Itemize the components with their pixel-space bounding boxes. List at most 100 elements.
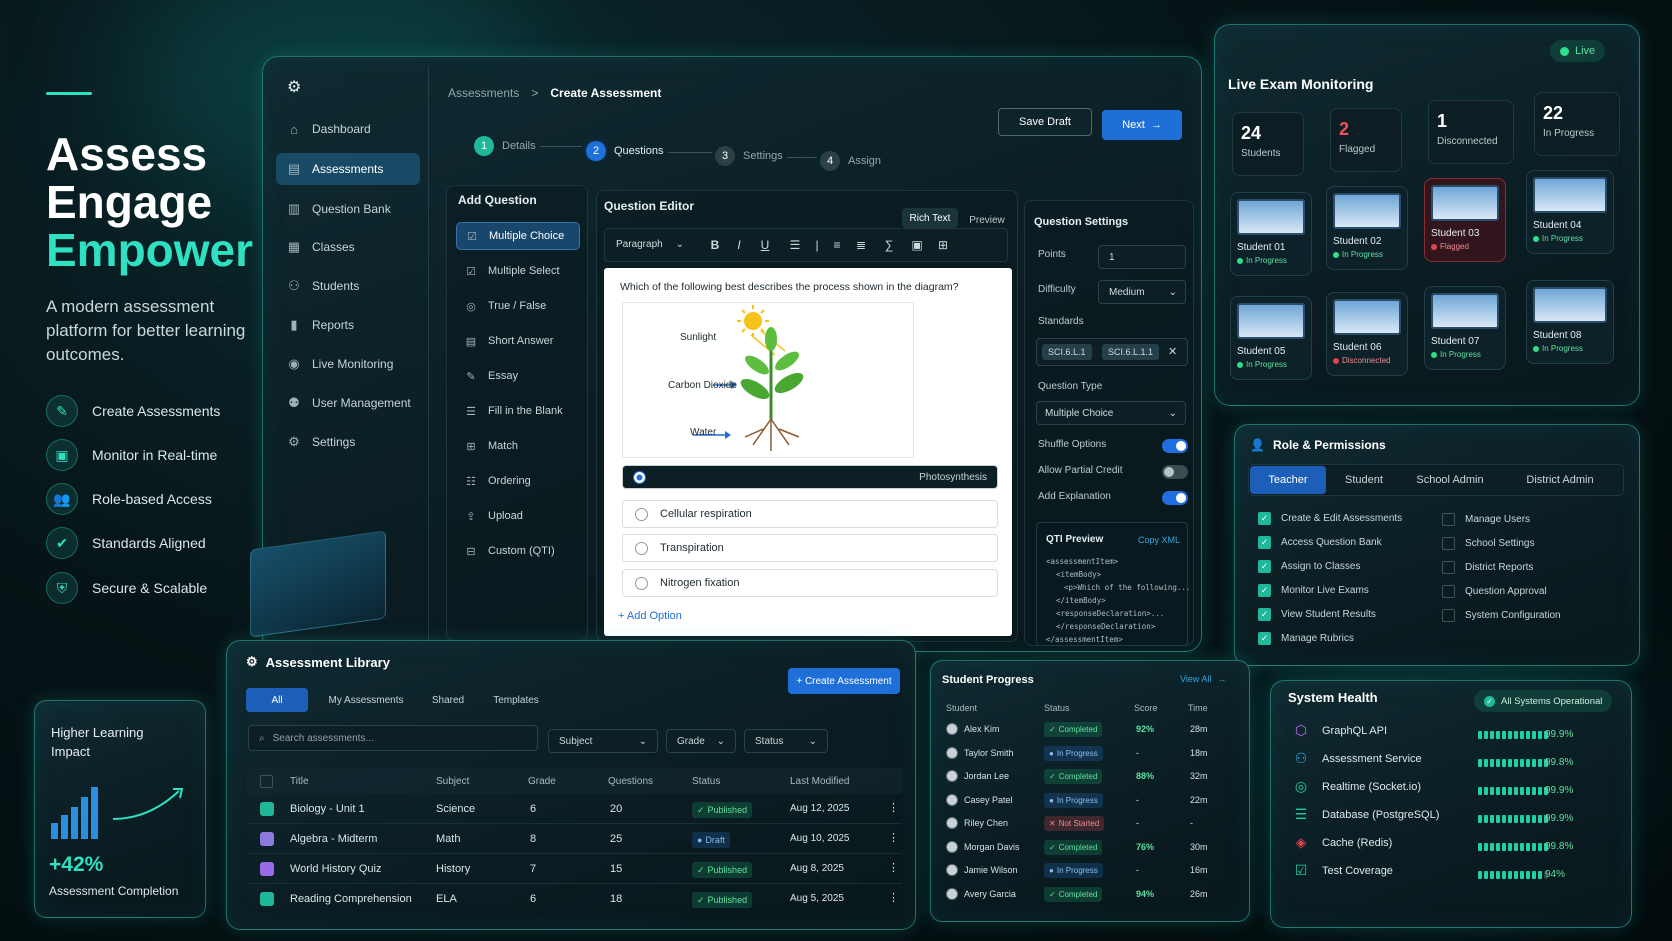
permission-item[interactable]: Manage Users xyxy=(1442,513,1530,526)
answer-option[interactable]: Transpiration xyxy=(622,534,998,562)
bullet-list-icon[interactable]: ☰ xyxy=(786,236,804,254)
role-tab-school-admin[interactable]: School Admin xyxy=(1404,466,1496,494)
add-option-link[interactable]: + Add Option xyxy=(618,610,682,622)
create-assessment-button[interactable]: + Create Assessment xyxy=(788,668,900,694)
checkbox[interactable] xyxy=(1442,585,1455,598)
column-header[interactable]: Questions xyxy=(608,776,653,787)
shuffle-toggle[interactable] xyxy=(1162,439,1188,453)
qtype-multiple-select[interactable]: ☑ Multiple Select xyxy=(456,257,580,285)
permission-item[interactable]: School Settings xyxy=(1442,537,1535,550)
qtype-short-answer[interactable]: ▤ Short Answer xyxy=(456,327,580,355)
sidebar-item-settings[interactable]: ⚙ Settings xyxy=(276,426,422,458)
step-assign[interactable]: 4 Assign xyxy=(820,151,881,171)
role-tab-teacher[interactable]: Teacher xyxy=(1250,466,1326,494)
student-tile[interactable]: Student 03 Flagged xyxy=(1424,178,1506,262)
permission-item[interactable]: District Reports xyxy=(1442,561,1533,574)
student-tile[interactable]: Student 04 In Progress xyxy=(1526,170,1614,254)
qtype-upload[interactable]: ⇪ Upload xyxy=(456,502,580,530)
question-type-select[interactable]: Multiple Choice ⌄ xyxy=(1036,401,1186,425)
checkbox-checked[interactable]: ✓ xyxy=(1258,608,1271,621)
student-tile[interactable]: Student 05 In Progress xyxy=(1230,296,1312,380)
difficulty-select[interactable]: Medium ⌄ xyxy=(1098,280,1186,304)
standard-chip[interactable]: SCI.6.L.1 xyxy=(1042,344,1092,360)
step-details[interactable]: 1 Details xyxy=(474,136,536,156)
select-all-checkbox[interactable] xyxy=(260,775,273,788)
checkbox[interactable] xyxy=(1442,609,1455,622)
more-icon[interactable]: ⋮ xyxy=(888,891,899,904)
qtype-true-false[interactable]: ◎ True / False xyxy=(456,292,580,320)
role-tab-district-admin[interactable]: District Admin xyxy=(1508,466,1612,494)
status-filter[interactable]: Status ⌄ xyxy=(744,729,828,753)
view-all-link[interactable]: View All → xyxy=(1180,674,1226,684)
sidebar-item-question-bank[interactable]: ▥ Question Bank xyxy=(276,193,422,225)
library-tab-my[interactable]: My Assessments xyxy=(316,688,416,712)
partial-credit-toggle[interactable] xyxy=(1162,465,1188,479)
checkbox-checked[interactable]: ✓ xyxy=(1258,536,1271,549)
tab-preview[interactable]: Preview xyxy=(962,210,1012,230)
next-button[interactable]: Next → xyxy=(1102,110,1182,140)
checkbox[interactable] xyxy=(1442,513,1455,526)
checkbox-checked[interactable]: ✓ xyxy=(1258,512,1271,525)
column-header[interactable]: Title xyxy=(290,776,309,787)
qtype-essay[interactable]: ✎ Essay xyxy=(456,362,580,390)
role-tab-student[interactable]: Student xyxy=(1332,466,1396,494)
checkbox[interactable] xyxy=(260,775,273,788)
points-input[interactable]: 1 xyxy=(1098,245,1186,269)
step-questions[interactable]: 2 Questions xyxy=(586,141,664,161)
standard-chip[interactable]: SCI.6.L.1.1 xyxy=(1102,344,1160,360)
align-left-icon[interactable]: ≡ xyxy=(828,236,846,254)
close-icon[interactable]: ✕ xyxy=(1168,345,1177,358)
tab-rich-text[interactable]: Rich Text xyxy=(902,208,958,228)
sidebar-item-user-management[interactable]: ⚉ User Management xyxy=(276,387,422,419)
column-header[interactable]: Grade xyxy=(528,776,556,787)
align-center-icon[interactable]: ≣ xyxy=(852,236,870,254)
checkbox[interactable] xyxy=(1442,537,1455,550)
answer-option[interactable]: Cellular respiration xyxy=(622,500,998,528)
cell-title[interactable]: World History Quiz xyxy=(290,863,381,875)
permission-item[interactable]: ✓ Access Question Bank xyxy=(1258,536,1382,549)
library-tab-templates[interactable]: Templates xyxy=(480,688,552,712)
column-header[interactable]: Status xyxy=(692,776,720,787)
more-icon[interactable]: ⋮ xyxy=(888,801,899,814)
permission-item[interactable]: ✓ Assign to Classes xyxy=(1258,560,1360,573)
sidebar-item-students[interactable]: ⚇ Students xyxy=(276,270,422,302)
library-tab-shared[interactable]: Shared xyxy=(418,688,478,712)
grade-filter[interactable]: Grade ⌄ xyxy=(666,729,736,753)
permission-item[interactable]: ✓ View Student Results xyxy=(1258,608,1376,621)
cell-title[interactable]: Biology - Unit 1 xyxy=(290,803,365,815)
formula-icon[interactable]: ∑ xyxy=(880,236,898,254)
sidebar-item-dashboard[interactable]: ⌂ Dashboard xyxy=(276,113,422,145)
format-select[interactable]: Paragraph ⌄ xyxy=(610,234,690,254)
cell-title[interactable]: Reading Comprehension xyxy=(290,893,412,905)
permission-item[interactable]: Question Approval xyxy=(1442,585,1547,598)
table-icon[interactable]: ⊞ xyxy=(934,236,952,254)
more-icon[interactable]: ⋮ xyxy=(888,831,899,844)
qtype-fill-blank[interactable]: ☰ Fill in the Blank xyxy=(456,397,580,425)
radio[interactable] xyxy=(635,507,648,521)
sidebar-item-assessments[interactable]: ▤ Assessments xyxy=(276,153,420,185)
checkbox-checked[interactable]: ✓ xyxy=(1258,632,1271,645)
radio[interactable] xyxy=(635,541,648,555)
breadcrumb-parent[interactable]: Assessments xyxy=(448,86,519,100)
checkbox-checked[interactable]: ✓ xyxy=(1258,560,1271,573)
library-tab-all[interactable]: All xyxy=(246,688,308,712)
copy-xml-link[interactable]: Copy XML xyxy=(1138,535,1180,545)
step-settings[interactable]: 3 Settings xyxy=(715,146,783,166)
checkbox-checked[interactable]: ✓ xyxy=(1258,584,1271,597)
subject-filter[interactable]: Subject ⌄ xyxy=(548,729,658,753)
answer-option[interactable]: Nitrogen fixation xyxy=(622,569,998,597)
more-icon[interactable]: ⋮ xyxy=(888,861,899,874)
permission-item[interactable]: System Configuration xyxy=(1442,609,1561,622)
student-tile[interactable]: Student 01 In Progress xyxy=(1230,192,1312,276)
sidebar-item-reports[interactable]: ▮ Reports xyxy=(276,309,422,341)
sidebar-item-live-monitoring[interactable]: ◉ Live Monitoring xyxy=(276,348,422,380)
student-tile[interactable]: Student 06 Disconnected xyxy=(1326,292,1408,376)
student-tile[interactable]: Student 07 In Progress xyxy=(1424,286,1506,370)
qtype-custom-qti[interactable]: ⊟ Custom (QTI) xyxy=(456,537,580,565)
checkbox[interactable] xyxy=(1442,561,1455,574)
question-text[interactable]: Which of the following best describes th… xyxy=(620,281,959,293)
student-tile[interactable]: Student 02 In Progress xyxy=(1326,186,1408,270)
bold-icon[interactable]: B xyxy=(706,236,724,254)
italic-icon[interactable]: I xyxy=(730,236,748,254)
student-tile[interactable]: Student 08 In Progress xyxy=(1526,280,1614,364)
